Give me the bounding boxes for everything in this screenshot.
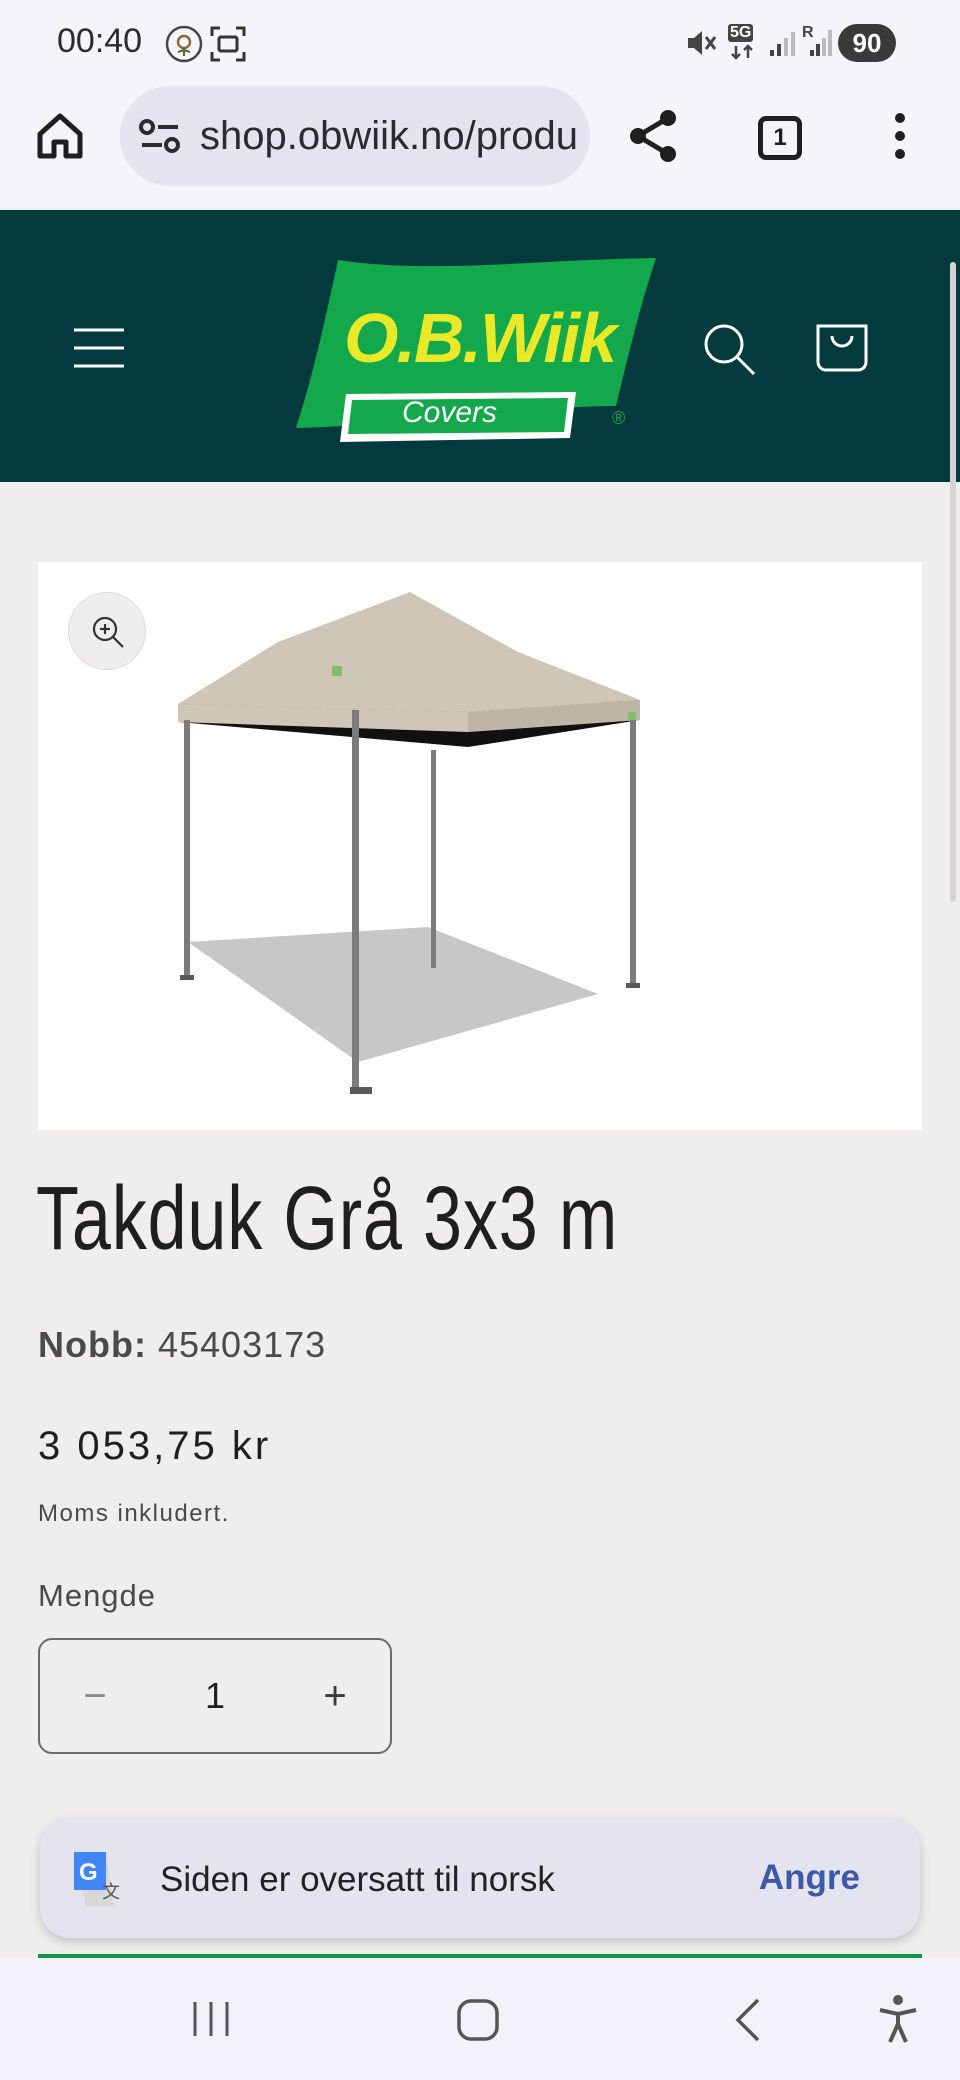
- product-title: Takduk Grå 3x3 m: [36, 1169, 619, 1269]
- notification-rose-icon: [165, 25, 203, 63]
- product-price: 3 053,75 kr: [38, 1424, 272, 1468]
- hamburger-menu-icon[interactable]: [74, 326, 124, 370]
- site-logo[interactable]: O.B.Wiik Covers ®: [290, 256, 660, 452]
- quantity-input[interactable]: 1: [150, 1640, 280, 1752]
- translate-snackbar: G 文 Siden er oversatt til norsk Angre: [40, 1818, 920, 1938]
- decrease-quantity-button[interactable]: −: [40, 1640, 150, 1752]
- status-bar: 00:40 5G R 90: [0, 0, 960, 86]
- home-icon[interactable]: [34, 110, 86, 162]
- search-icon[interactable]: [702, 322, 756, 376]
- logo-subtitle: Covers: [402, 396, 498, 429]
- signal-icon: [770, 32, 795, 56]
- undo-translate-button[interactable]: Angre: [759, 1858, 860, 1898]
- mute-icon: [688, 31, 717, 55]
- zoom-button[interactable]: [68, 592, 146, 670]
- signal-roaming-icon: R: [802, 24, 834, 60]
- cart-icon[interactable]: [814, 318, 870, 374]
- logo-registered-mark: ®: [612, 408, 626, 428]
- product-image[interactable]: [38, 562, 922, 1130]
- increase-quantity-button[interactable]: +: [280, 1640, 390, 1752]
- sku-line: Nobb: 45403173: [38, 1324, 326, 1366]
- tab-switcher-button[interactable]: 1: [758, 116, 802, 160]
- address-bar[interactable]: shop.obwiik.no/produ: [120, 86, 590, 186]
- quantity-label: Mengde: [38, 1578, 157, 1613]
- tax-note: Moms inkludert.: [38, 1500, 230, 1527]
- sku-label: Nobb:: [38, 1324, 147, 1365]
- network-5g-icon: 5G: [726, 24, 760, 60]
- recent-apps-icon[interactable]: [190, 1998, 232, 2040]
- translate-message: Siden er oversatt til norsk: [160, 1860, 555, 1899]
- home-nav-icon[interactable]: [456, 1998, 500, 2042]
- site-settings-icon[interactable]: [138, 118, 182, 154]
- screenshot-icon: [210, 26, 246, 62]
- back-icon[interactable]: [730, 1996, 766, 2044]
- page-scrollbar[interactable]: [950, 262, 956, 902]
- svg-text:G: G: [79, 1859, 98, 1886]
- quantity-stepper: − 1 +: [38, 1638, 392, 1754]
- google-translate-icon: G 文: [74, 1852, 120, 1906]
- logo-title: O.B.Wiik: [344, 299, 617, 377]
- zoom-in-icon[interactable]: [91, 615, 125, 649]
- url-text[interactable]: shop.obwiik.no/produ: [200, 114, 578, 159]
- sku-value: 45403173: [157, 1324, 327, 1365]
- share-icon[interactable]: [626, 108, 682, 164]
- system-nav-bar: [0, 1958, 960, 2080]
- accessibility-icon[interactable]: [876, 1994, 920, 2044]
- more-menu-icon[interactable]: [882, 110, 918, 162]
- site-header: O.B.Wiik Covers ®: [0, 210, 960, 482]
- svg-text:文: 文: [102, 1882, 120, 1903]
- battery-indicator: 90: [838, 24, 896, 62]
- status-time: 00:40: [57, 22, 143, 60]
